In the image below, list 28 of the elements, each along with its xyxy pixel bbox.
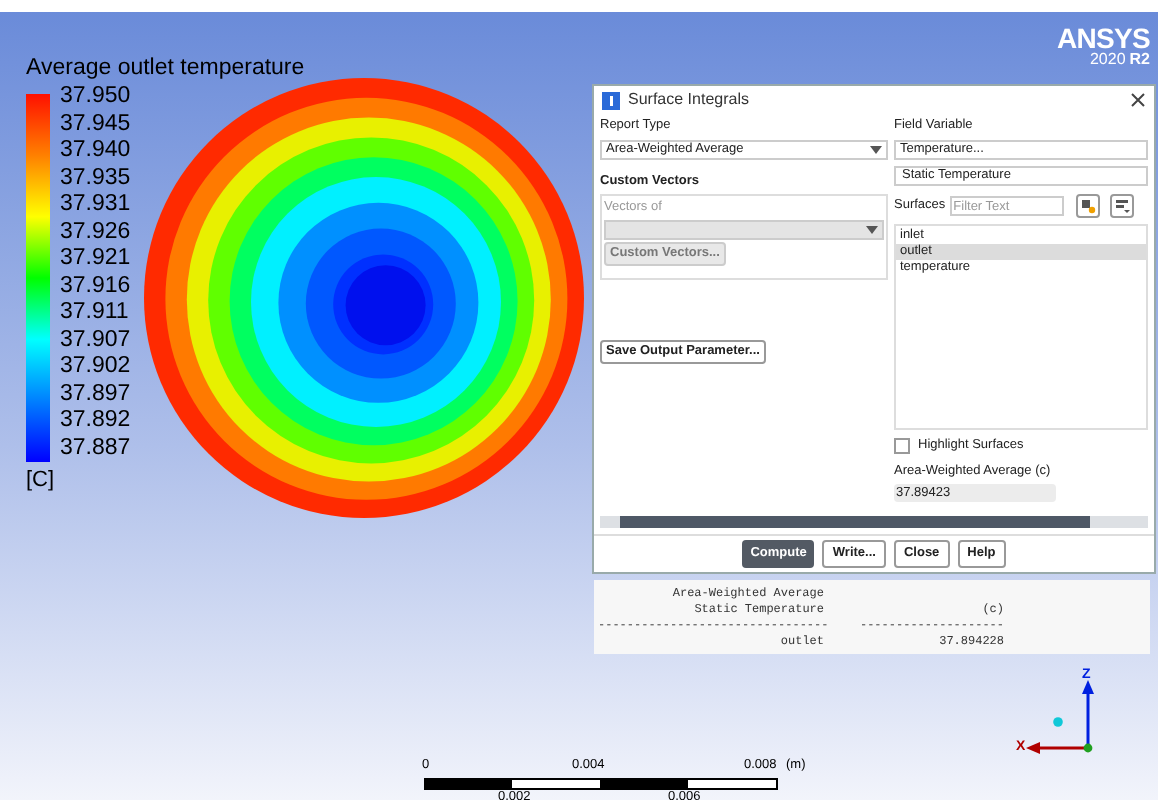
dropdown-caret-icon [870, 146, 882, 155]
dialog-title: Surface Integrals [628, 88, 749, 113]
legend-value: 37.911 [60, 300, 131, 327]
dropdown-caret-icon [866, 225, 878, 234]
legend-value: 37.897 [60, 381, 131, 408]
release-label: R2 [1129, 52, 1150, 68]
select-all-icon[interactable] [1075, 194, 1100, 219]
legend-value: 37.950 [60, 84, 131, 111]
version-label: 2020 [1089, 52, 1126, 68]
legend-value: 37.907 [60, 327, 131, 354]
legend-value: 37.902 [60, 354, 131, 381]
legend-value: 37.921 [60, 246, 131, 273]
legend-value: 37.940 [60, 138, 131, 165]
brand-logo: ANSYS [1057, 24, 1150, 52]
highlight-checkbox[interactable] [894, 438, 910, 455]
legend-value: 37.945 [60, 111, 131, 138]
legend-value: 37.887 [60, 435, 131, 462]
close-icon[interactable] [1130, 92, 1146, 109]
legend-value: 37.916 [60, 273, 131, 300]
list-options-icon[interactable] [1109, 194, 1134, 219]
legend-value: 37.892 [60, 408, 131, 435]
legend-value: 37.931 [60, 192, 131, 219]
legend-title: Average outlet temperature [26, 54, 305, 84]
app-icon [602, 91, 620, 110]
contour-band [345, 265, 426, 346]
legend-value: 37.926 [60, 219, 131, 246]
legend-value: 37.935 [60, 165, 131, 192]
unit-label: [C] [26, 466, 55, 496]
